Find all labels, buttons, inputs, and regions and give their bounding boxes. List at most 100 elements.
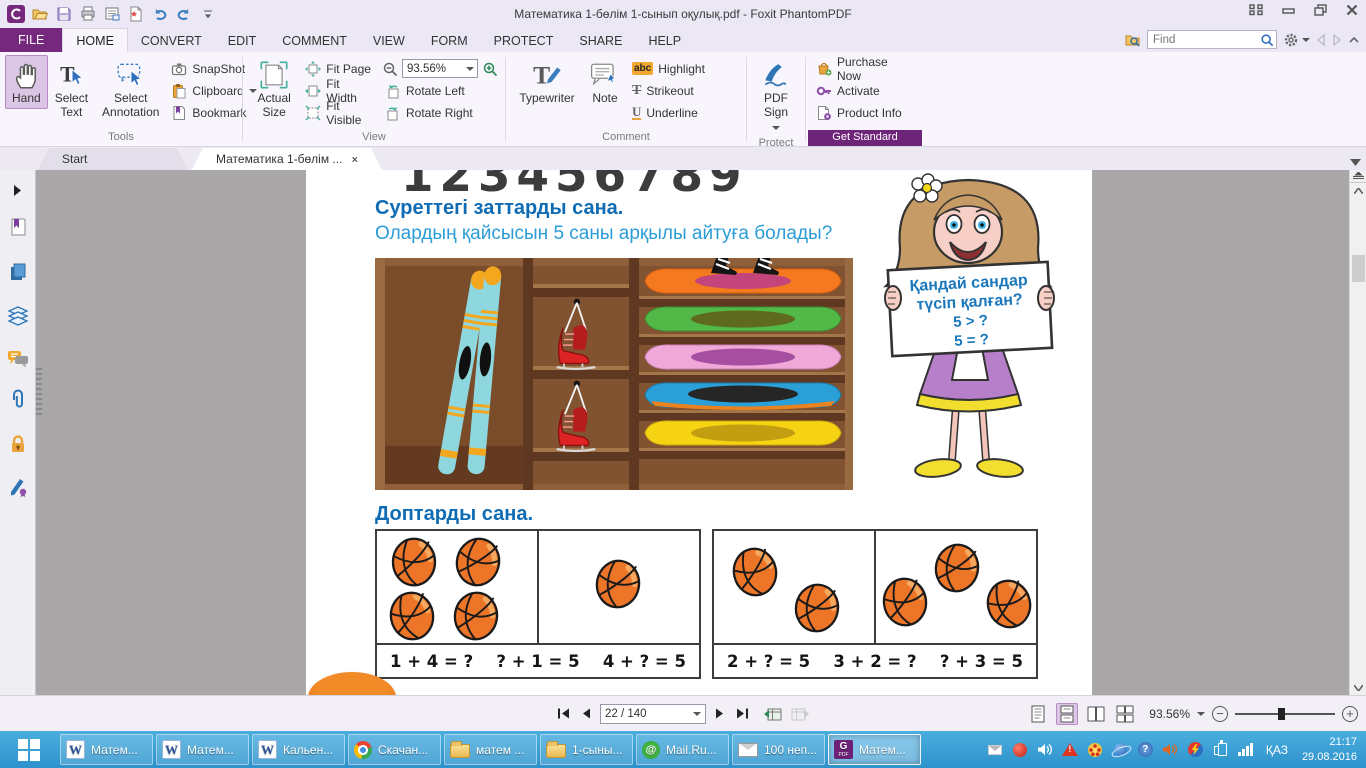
purchase-now-button[interactable]: Purchase Now — [813, 55, 917, 83]
rotate-left-button[interactable]: Rotate Left — [382, 81, 498, 100]
single-page-view-icon[interactable] — [1027, 703, 1049, 725]
tray-antivirus-icon[interactable] — [1012, 741, 1029, 758]
email-doc-icon[interactable] — [101, 4, 122, 25]
taskbar-item-folder-1[interactable]: матем ... — [444, 734, 537, 765]
tab-edit[interactable]: EDIT — [215, 28, 269, 52]
pdf-page[interactable]: 123456789 Суреттегі заттарды сана. Олард… — [306, 170, 1092, 695]
zoom-out-button[interactable]: − — [1212, 705, 1228, 722]
sidebar-attachments-icon[interactable] — [4, 386, 32, 414]
document-area[interactable]: 123456789 Суреттегі заттарды сана. Олард… — [36, 170, 1366, 695]
zoom-combo-dropdown-icon[interactable] — [466, 66, 474, 71]
pdf-sign-button[interactable]: PDF Sign — [752, 55, 800, 136]
zoom-in-icon[interactable] — [482, 61, 498, 77]
redo-icon[interactable] — [173, 4, 194, 25]
hand-tool-button[interactable]: Hand — [5, 55, 48, 109]
next-view-icon[interactable] — [791, 706, 809, 721]
zoom-dropdown-icon[interactable] — [1197, 711, 1205, 716]
foxit-logo-icon[interactable] — [5, 4, 26, 25]
sidebar-signature-icon[interactable] — [4, 472, 32, 500]
sidebar-comments-icon[interactable] — [4, 345, 32, 373]
zoom-out-icon[interactable] — [382, 61, 398, 77]
tab-view[interactable]: VIEW — [360, 28, 418, 52]
find-input[interactable] — [1153, 33, 1260, 46]
customize-toolbar-icon[interactable] — [197, 4, 218, 25]
restore-icon[interactable] — [1312, 3, 1328, 17]
typewriter-button[interactable]: T Typewriter — [511, 55, 583, 109]
taskbar-item-mailru[interactable]: Mail.Ru... — [636, 734, 729, 765]
fit-page-button[interactable]: Fit Page — [302, 59, 374, 78]
scroll-up-icon[interactable] — [1350, 183, 1366, 198]
tab-file[interactable]: FILE — [0, 28, 63, 52]
first-page-icon[interactable] — [557, 707, 571, 720]
underline-button[interactable]: U Underline — [629, 103, 708, 122]
tab-convert[interactable]: CONVERT — [128, 28, 215, 52]
clock[interactable]: 21:17 29.08.2016 — [1302, 735, 1357, 764]
tile-windows-icon[interactable] — [1248, 3, 1264, 17]
rotate-right-button[interactable]: Rotate Right — [382, 103, 498, 122]
close-tab-icon[interactable] — [352, 155, 358, 164]
tray-volume-icon[interactable] — [1037, 741, 1054, 758]
tab-help[interactable]: HELP — [635, 28, 694, 52]
facing-view-icon[interactable] — [1085, 703, 1107, 725]
tray-planet-icon[interactable] — [1112, 741, 1129, 758]
find-options-gear-icon[interactable] — [1283, 32, 1310, 48]
undo-icon[interactable] — [149, 4, 170, 25]
collapse-ribbon-icon[interactable] — [1348, 35, 1360, 45]
sidebar-expand-icon[interactable] — [4, 176, 32, 204]
actual-size-button[interactable]: Actual Size — [248, 55, 300, 123]
print-icon[interactable] — [77, 4, 98, 25]
previous-view-icon[interactable] — [764, 706, 782, 721]
previous-page-icon[interactable] — [580, 707, 591, 720]
zoom-slider[interactable] — [1235, 707, 1335, 720]
taskbar-item-foxit[interactable]: Матем... — [828, 734, 921, 765]
zoom-in-button[interactable]: + — [1342, 705, 1358, 722]
page-number-combo[interactable]: 22 / 140 — [600, 703, 706, 724]
select-annotation-button[interactable]: Select Annotation — [95, 55, 166, 123]
activate-button[interactable]: Activate — [813, 81, 917, 100]
taskbar-item-folder-2[interactable]: 1-сыны... — [540, 734, 633, 765]
sidebar-security-icon[interactable] — [4, 430, 32, 458]
zoom-level-combo[interactable]: 93.56% — [402, 59, 478, 78]
note-button[interactable]: Note — [583, 55, 627, 109]
new-document-icon[interactable] — [125, 4, 146, 25]
fit-width-button[interactable]: Fit Width — [302, 77, 374, 105]
highlight-button[interactable]: abc Highlight — [629, 59, 708, 78]
tray-network-icon[interactable] — [1237, 741, 1254, 758]
scroll-down-icon[interactable] — [1350, 680, 1366, 695]
sidebar-bookmarks-icon[interactable] — [4, 213, 32, 241]
vertical-scrollbar[interactable] — [1349, 170, 1366, 695]
search-folder-icon[interactable] — [1125, 32, 1141, 48]
tab-form[interactable]: FORM — [418, 28, 481, 52]
panel-resize-handle[interactable] — [36, 368, 42, 418]
tray-sound-icon[interactable] — [1162, 741, 1179, 758]
product-info-button[interactable]: Product Info — [813, 103, 917, 122]
continuous-view-icon[interactable] — [1056, 702, 1079, 725]
save-icon[interactable] — [53, 4, 74, 25]
language-indicator[interactable]: ҚАЗ — [1266, 743, 1288, 757]
taskbar-item-word-3[interactable]: Кальен... — [252, 734, 345, 765]
taskbar-item-mail[interactable]: 100 неп... — [732, 734, 825, 765]
tray-warning-icon[interactable] — [1062, 741, 1079, 758]
tab-share[interactable]: SHARE — [566, 28, 635, 52]
tray-mail-icon[interactable] — [987, 741, 1004, 758]
strikeout-button[interactable]: T Strikeout — [629, 81, 708, 100]
find-next-icon[interactable] — [1332, 33, 1342, 46]
tab-document[interactable]: Математика 1-бөлім ... — [192, 148, 382, 170]
sidebar-layers-icon[interactable] — [4, 302, 32, 330]
minimize-icon[interactable] — [1280, 3, 1296, 17]
tray-power-icon[interactable] — [1212, 740, 1229, 758]
next-page-icon[interactable] — [715, 707, 726, 720]
find-previous-icon[interactable] — [1316, 33, 1326, 46]
start-button[interactable] — [0, 731, 58, 768]
zoom-slider-handle[interactable] — [1278, 707, 1285, 720]
tab-protect[interactable]: PROTECT — [481, 28, 567, 52]
continuous-facing-view-icon[interactable] — [1114, 703, 1136, 725]
select-text-button[interactable]: T Select Text — [48, 55, 95, 123]
tab-start[interactable]: Start — [38, 148, 188, 170]
taskbar-item-chrome[interactable]: Скачан... — [348, 734, 441, 765]
tab-comment[interactable]: COMMENT — [269, 28, 360, 52]
tray-assistant-icon[interactable] — [1137, 741, 1154, 758]
split-view-handle[interactable] — [1350, 170, 1366, 183]
sidebar-pages-icon[interactable] — [4, 258, 32, 286]
open-file-icon[interactable] — [29, 4, 50, 25]
